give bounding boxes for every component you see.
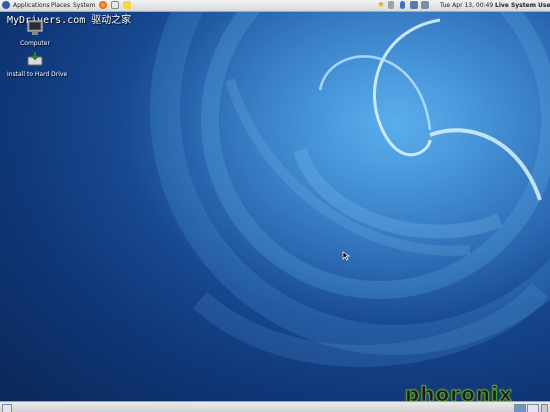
desktop-icon-label: Computer [20,40,50,47]
menu-places[interactable]: Places [51,0,70,11]
workspace-1[interactable] [514,404,526,412]
wallpaper-swirl [0,0,550,412]
show-desktop-button[interactable] [2,404,12,412]
desktop-icon-computer[interactable]: Computer [7,20,63,47]
computer-icon [27,20,43,35]
desktop-background[interactable]: Applications Places System ★ Tue Apr 13,… [0,0,550,412]
evolution-mail-icon[interactable] [111,1,119,9]
star-icon[interactable]: ★ [377,0,385,10]
notes-icon[interactable] [123,1,131,9]
menu-applications[interactable]: Applications [13,0,50,11]
network-icon[interactable] [410,1,418,9]
user-menu[interactable]: Live System User [495,0,550,11]
bluetooth-icon[interactable] [400,1,405,9]
desktop-icon-label: Install to Hard Drive [7,71,68,78]
clock[interactable]: Tue Apr 13, 00:49 [440,0,493,11]
firefox-icon[interactable] [99,1,107,9]
display-icon[interactable] [421,1,429,9]
workspace-2[interactable] [527,404,539,412]
volume-icon[interactable] [388,1,394,9]
fedora-logo-icon[interactable] [2,1,10,9]
menu-system[interactable]: System [73,0,95,11]
trash-icon[interactable] [541,404,548,412]
desktop-icon-install[interactable]: Install to Hard Drive [7,51,68,78]
install-drive-icon [27,52,43,66]
mouse-pointer-icon [342,251,350,261]
bottom-panel [0,401,550,412]
